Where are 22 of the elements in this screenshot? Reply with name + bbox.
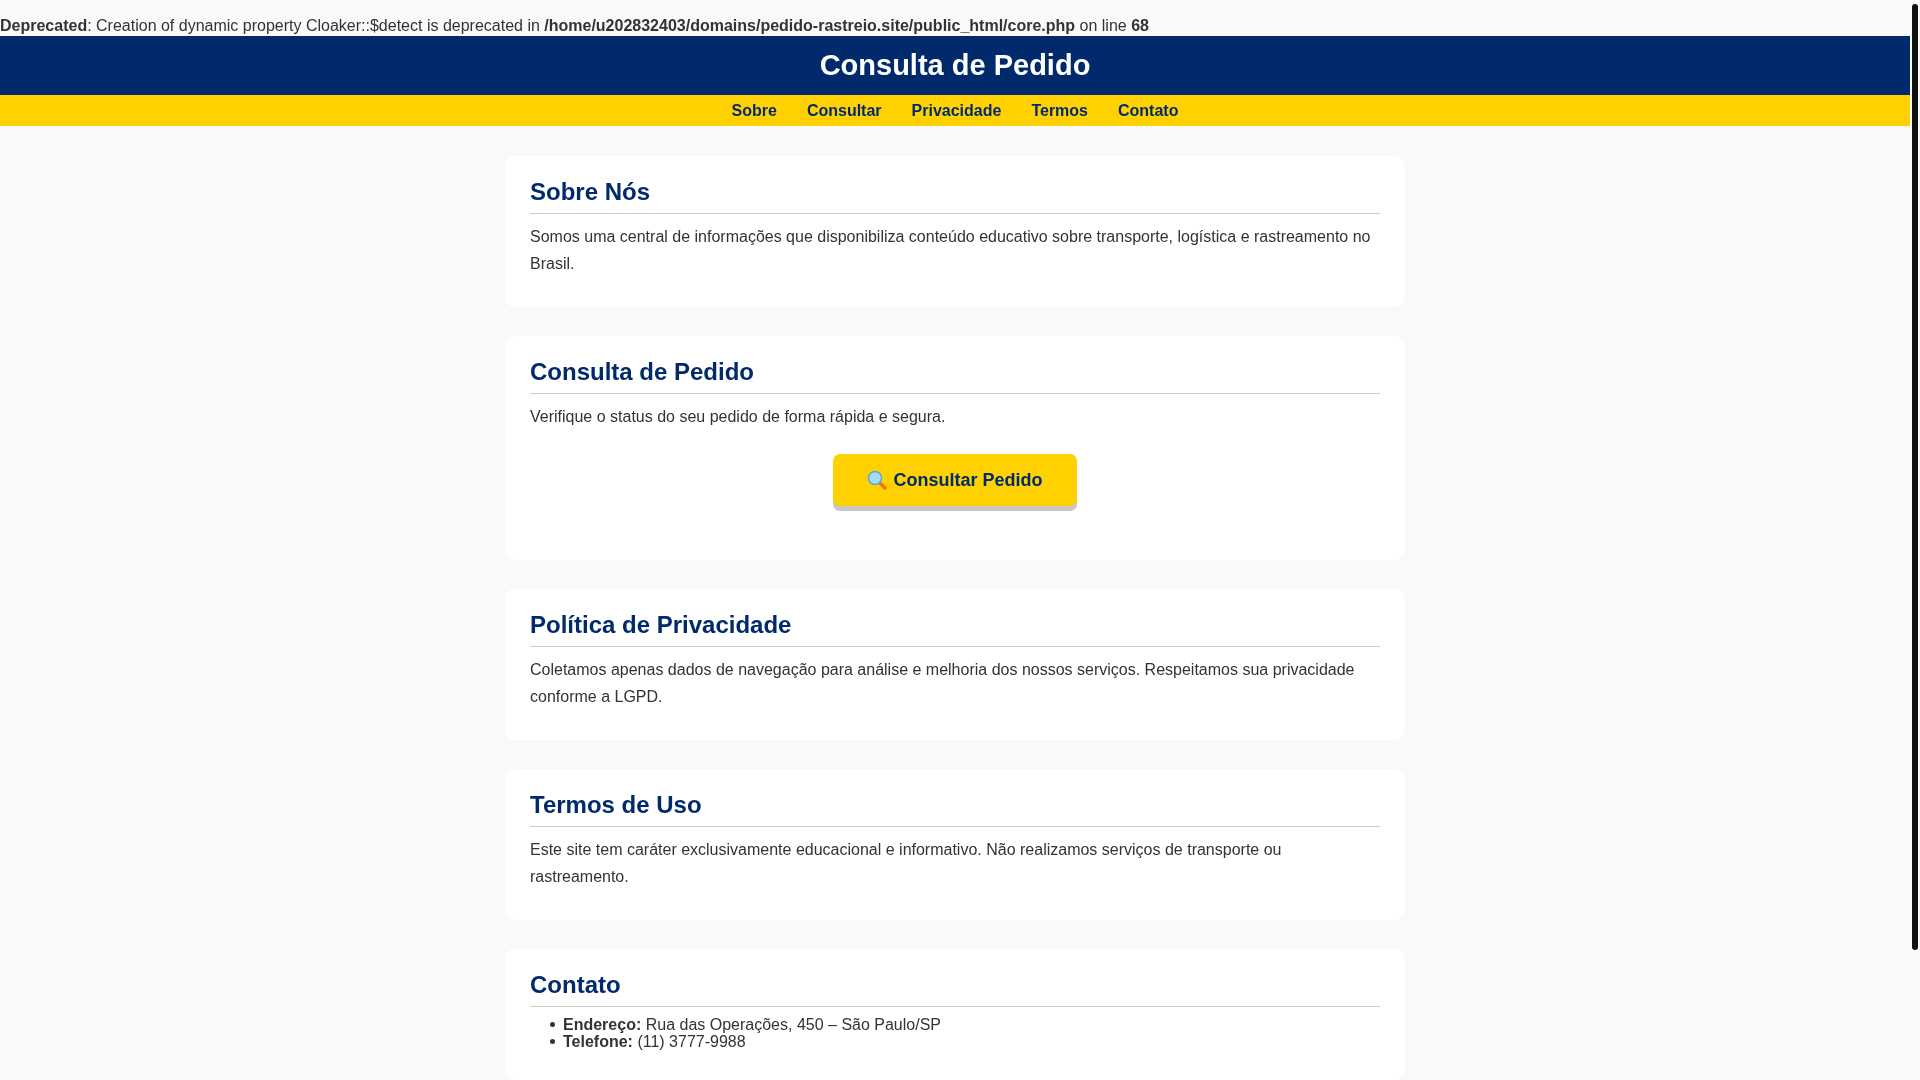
site-title: Consulta de Pedido bbox=[819, 47, 1091, 83]
section-text: Este site tem caráter exclusivamente educacional e informativo. Não realizamos serviços de transporte ou rastreamento. bbox=[530, 840, 1283, 887]
list-bullet bbox=[550, 1022, 555, 1027]
list-bullet bbox=[550, 1039, 555, 1044]
section-text: Coletamos apenas dados de navegação para análise e melhoria dos nossos serviços. Respeitamos sua privacidade conforme a LGPD. bbox=[530, 660, 1356, 707]
contact-item: Telefone: (11) 3777-9988 bbox=[563, 1033, 746, 1050]
nav-link[interactable]: Contato bbox=[1118, 98, 1179, 123]
section-heading: Contato bbox=[530, 970, 622, 1000]
section-text: Somos uma central de informações que disponibiliza conteúdo educativo sobre transporte, logística e rastreamento no Brasil. bbox=[530, 227, 1372, 274]
nav-link[interactable]: Consultar bbox=[806, 98, 882, 123]
section-heading: Termos de Uso bbox=[530, 790, 703, 820]
section-text: Verifique o status do seu pedido de forma rápida e segura. bbox=[530, 407, 947, 427]
nav-link[interactable]: Sobre bbox=[731, 98, 777, 123]
section-heading: Sobre Nós bbox=[530, 177, 652, 207]
deprecation-notice: Deprecated: Creation of dynamic property Cloaker::$detect is deprecated in /home/u202832403/domains/pedido-rastreio.site/public_html/core.php on line 68 bbox=[0, 16, 1150, 36]
nav-link[interactable]: Privacidade bbox=[911, 98, 1002, 123]
section-heading: Consulta de Pedido bbox=[530, 357, 755, 387]
contact-item: Endereço: Rua das Operações, 450 – São Paulo/SP bbox=[563, 1016, 941, 1033]
section-heading: Política de Privacidade bbox=[530, 610, 793, 640]
scrollbar-thumb[interactable] bbox=[1912, 4, 1918, 950]
nav-link[interactable]: Termos bbox=[1031, 98, 1088, 123]
magnifier-icon bbox=[867, 470, 888, 490]
